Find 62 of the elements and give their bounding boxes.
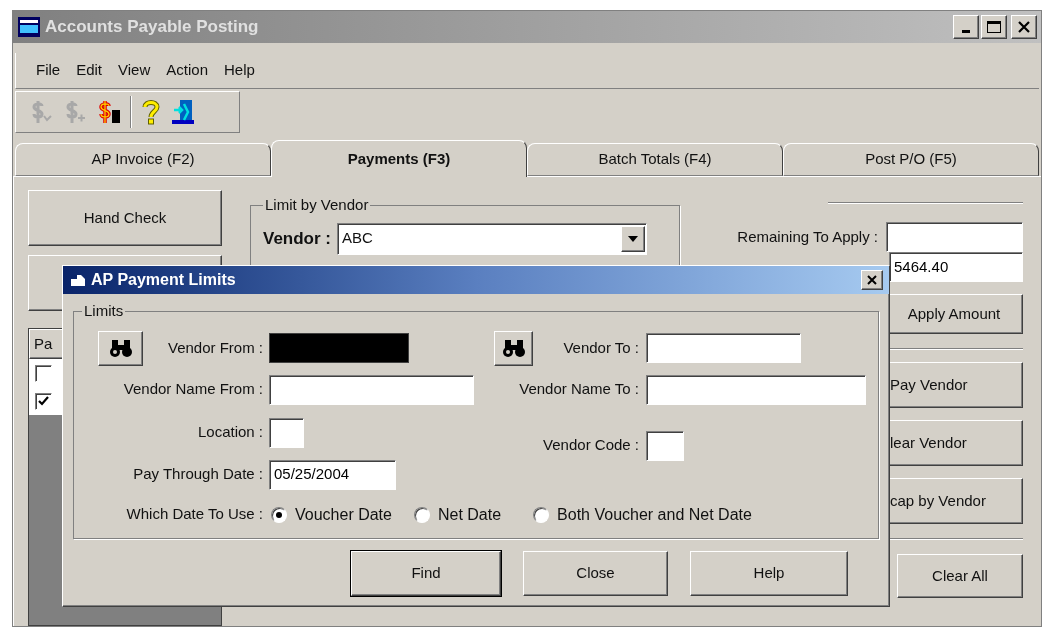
tab[interactable]: Payments (F3) <box>271 140 527 177</box>
close-icon <box>867 275 877 285</box>
tab[interactable]: Post P/O (F5) <box>783 143 1039 176</box>
dialog-close-button[interactable] <box>861 270 883 290</box>
radio-label: Voucher Date <box>295 504 392 525</box>
dialog-icon <box>69 272 87 288</box>
field-label: Which Date To Use : <box>125 504 263 525</box>
binoculars-button[interactable] <box>98 330 143 366</box>
amount-field[interactable]: 5464.40 <box>889 252 1023 282</box>
vendor-to-field[interactable] <box>646 333 801 363</box>
group-legend: Limit by Vendor <box>263 194 371 217</box>
hand-check-button[interactable]: Hand Check <box>28 190 222 246</box>
field-label: Location : <box>196 422 263 443</box>
window-title: Accounts Payable Posting <box>45 16 259 39</box>
binoculars-button[interactable] <box>494 330 533 366</box>
menu-item[interactable]: View <box>118 59 151 82</box>
binoculars-icon <box>108 338 133 358</box>
clear-all-button[interactable]: Clear All <box>897 554 1023 598</box>
remaining-label: Remaining To Apply : <box>737 226 878 247</box>
binoculars-icon <box>501 338 526 358</box>
app-icon <box>17 16 41 38</box>
menu-item[interactable]: Action <box>166 59 208 82</box>
minimize-icon <box>962 30 970 33</box>
vendor-dropdown[interactable]: ABC <box>337 222 647 255</box>
field-label: Vendor Name To : <box>518 379 639 400</box>
group-legend: Limits <box>82 300 126 323</box>
date-field[interactable]: 05/25/2004 <box>269 459 396 490</box>
field-label: Pay Through Date : <box>132 464 263 485</box>
field-label: Vendor From : <box>166 337 263 358</box>
tab[interactable]: Batch Totals (F4) <box>527 143 783 176</box>
vendor-action-button[interactable]: cap by Vendor <box>887 478 1023 524</box>
tab[interactable]: AP Invoice (F2) <box>15 143 271 176</box>
field-label: Vendor Name From : <box>122 379 263 400</box>
vendor-name-to-field[interactable] <box>646 374 866 405</box>
vendor-code-field[interactable] <box>646 430 684 461</box>
radio-label: Net Date <box>437 504 502 525</box>
radio-button[interactable] <box>271 506 287 523</box>
field-label: Vendor To : <box>562 337 639 358</box>
close-button[interactable] <box>1011 15 1037 39</box>
vendor-name-from-field[interactable] <box>269 374 474 405</box>
maximize-icon <box>987 21 1001 33</box>
vendor-from-field[interactable] <box>269 333 409 363</box>
maximize-button[interactable] <box>981 15 1007 39</box>
minimize-button[interactable] <box>953 15 979 39</box>
menu-item[interactable]: Help <box>224 59 255 82</box>
dropdown-arrow-icon <box>628 235 638 242</box>
dialog-title: AP Payment Limits <box>91 270 236 290</box>
field-label: Vendor Code : <box>542 435 639 456</box>
menu-item[interactable]: Edit <box>76 59 103 82</box>
vendor-action-button[interactable]: Pay Vendor <box>887 362 1023 408</box>
exit-door-icon[interactable] <box>170 98 196 126</box>
location-field[interactable] <box>269 417 304 448</box>
dialog-button[interactable]: Help <box>690 551 848 596</box>
remaining-field[interactable] <box>886 222 1023 252</box>
question-mark-icon[interactable] <box>140 98 162 126</box>
radio-label: Both Voucher and Net Date <box>557 504 752 525</box>
dialog-button[interactable]: Close <box>523 551 668 596</box>
vendor-action-button[interactable]: lear Vendor <box>887 420 1023 466</box>
close-icon <box>1018 21 1030 33</box>
vendor-label: Vendor : <box>263 227 331 250</box>
menu-item[interactable]: File <box>36 59 61 82</box>
dialog-button[interactable]: Find <box>351 551 501 596</box>
